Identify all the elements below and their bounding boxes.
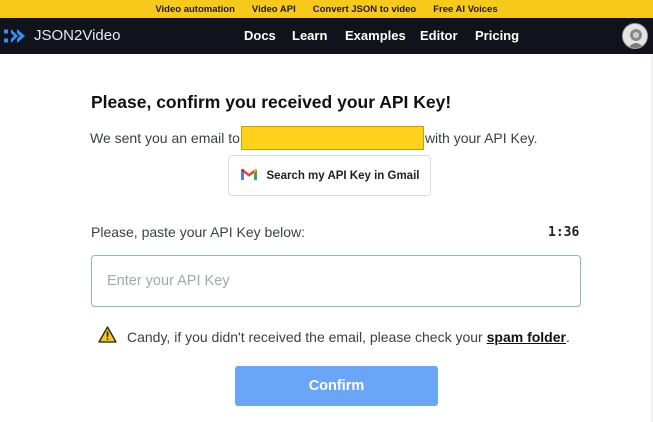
promo-bar: Video automation Video API Convert JSON … [0,0,653,18]
nav-examples[interactable]: Examples [345,28,406,43]
search-gmail-button[interactable]: Search my API Key in Gmail [228,155,431,196]
gmail-icon [240,167,267,184]
avatar-image [623,24,647,48]
gmail-button-label: Search my API Key in Gmail [266,169,420,182]
promo-link-free-ai-voices[interactable]: Free AI Voices [433,4,497,15]
confirm-button[interactable]: Confirm [235,366,438,406]
confirm-api-key-panel: Please, confirm you received your API Ke… [0,54,653,422]
spam-warning: Candy, if you didn't received the email,… [98,326,570,348]
warning-triangle-icon [98,326,117,348]
user-avatar[interactable] [622,23,648,49]
api-key-input[interactable] [91,255,581,307]
promo-link-convert-json[interactable]: Convert JSON to video [313,4,416,15]
play-chevrons-icon [4,28,26,44]
nav-docs[interactable]: Docs [244,28,276,43]
spam-folder-link[interactable]: spam folder [487,329,566,345]
nav-pricing[interactable]: Pricing [475,28,519,43]
navbar: JSON2Video Docs Learn Examples Editor Pr… [0,18,653,54]
sent-text-after: with your API Key. [424,130,538,146]
nav-learn[interactable]: Learn [292,28,327,43]
brand-logo[interactable]: JSON2Video [4,27,120,44]
promo-link-video-api[interactable]: Video API [252,4,296,15]
warning-suffix: . [565,329,570,345]
redacted-email [240,126,424,150]
countdown-timer: 1:36 [548,225,580,240]
sent-text-before: We sent you an email to [90,130,240,146]
page-title: Please, confirm you received your API Ke… [91,92,452,112]
warning-prefix: Candy, if you didn't received the email,… [127,329,483,345]
warning-text: Candy, if you didn't received the email,… [127,329,570,345]
promo-link-video-automation[interactable]: Video automation [155,4,235,15]
email-sent-message: We sent you an email to with your API Ke… [90,126,538,150]
paste-api-key-label: Please, paste your API Key below: [91,224,306,240]
brand-name: JSON2Video [34,27,121,44]
nav-editor[interactable]: Editor [420,28,458,43]
